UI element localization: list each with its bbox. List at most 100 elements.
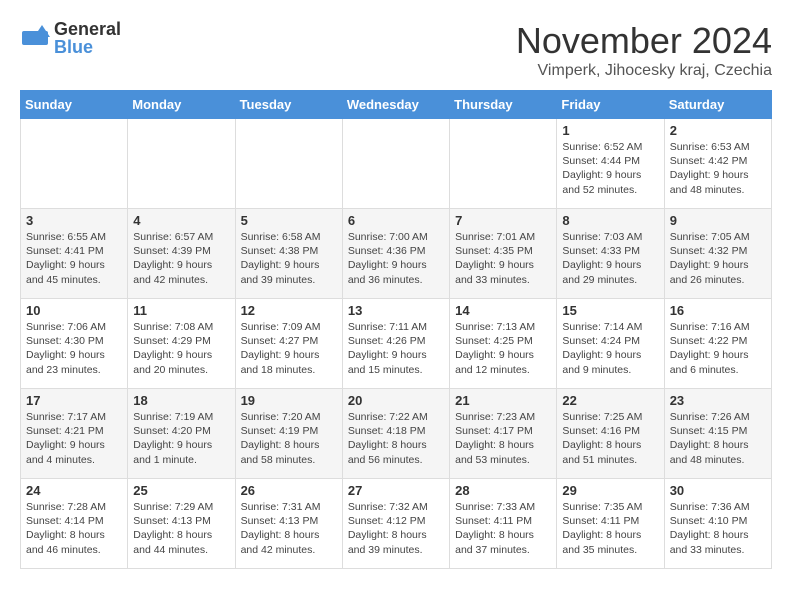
day-info: Sunrise: 7:22 AM Sunset: 4:18 PM Dayligh… [348,410,444,467]
day-cell: 2 Sunrise: 6:53 AM Sunset: 4:42 PM Daylig… [664,119,771,209]
day-info: Sunrise: 6:53 AM Sunset: 4:42 PM Dayligh… [670,140,766,197]
day-number: 14 [455,303,551,318]
week-row-2: 10Sunrise: 7:06 AM Sunset: 4:30 PM Dayli… [21,299,772,389]
day-info: Sunrise: 7:05 AM Sunset: 4:32 PM Dayligh… [670,230,766,287]
day-number: 5 [241,213,337,228]
logo-general: General [54,20,121,38]
day-number: 21 [455,393,551,408]
day-cell: 27 Sunrise: 7:32 AM Sunset: 4:12 PM Dayli… [342,479,449,569]
day-info: Sunrise: 7:14 AM Sunset: 4:24 PM Dayligh… [562,320,658,377]
day-cell: 20 Sunrise: 7:22 AM Sunset: 4:18 PM Dayli… [342,389,449,479]
day-cell: 18 Sunrise: 7:19 AM Sunset: 4:20 PM Dayli… [128,389,235,479]
day-number: 2 [670,123,766,138]
day-info: Sunrise: 7:08 AM Sunset: 4:29 PM Dayligh… [133,320,229,377]
day-number: 16 [670,303,766,318]
day-info: Sunrise: 7:35 AM Sunset: 4:11 PM Dayligh… [562,500,658,557]
day-number: 18 [133,393,229,408]
day-number: 13 [348,303,444,318]
page-header: General Blue November 2024 Vimperk, Jiho… [20,20,772,80]
day-info: Sunrise: 6:55 AM Sunset: 4:41 PM Dayligh… [26,230,122,287]
day-number: 24 [26,483,122,498]
day-info: Sunrise: 7:00 AM Sunset: 4:36 PM Dayligh… [348,230,444,287]
day-number: 17 [26,393,122,408]
day-info: Sunrise: 7:36 AM Sunset: 4:10 PM Dayligh… [670,500,766,557]
day-number: 3 [26,213,122,228]
day-cell: 14 Sunrise: 7:13 AM Sunset: 4:25 PM Dayli… [450,299,557,389]
day-cell: 30 Sunrise: 7:36 AM Sunset: 4:10 PM Dayli… [664,479,771,569]
day-number: 7 [455,213,551,228]
day-number: 30 [670,483,766,498]
day-number: 20 [348,393,444,408]
day-header-saturday: Saturday [664,91,771,119]
day-number: 9 [670,213,766,228]
day-cell [342,119,449,209]
day-info: Sunrise: 7:19 AM Sunset: 4:20 PM Dayligh… [133,410,229,467]
day-cell: 10Sunrise: 7:06 AM Sunset: 4:30 PM Dayli… [21,299,128,389]
header-row: SundayMondayTuesdayWednesdayThursdayFrid… [21,91,772,119]
location: Vimperk, Jihocesky kraj, Czechia [516,62,772,80]
day-number: 10 [26,303,122,318]
day-number: 19 [241,393,337,408]
day-number: 12 [241,303,337,318]
logo-icon [20,23,50,53]
day-cell: 17 Sunrise: 7:17 AM Sunset: 4:21 PM Dayli… [21,389,128,479]
calendar: SundayMondayTuesdayWednesdayThursdayFrid… [20,90,772,569]
day-info: Sunrise: 6:57 AM Sunset: 4:39 PM Dayligh… [133,230,229,287]
day-cell: 4 Sunrise: 6:57 AM Sunset: 4:39 PM Daylig… [128,209,235,299]
day-number: 26 [241,483,337,498]
day-cell: 12 Sunrise: 7:09 AM Sunset: 4:27 PM Dayli… [235,299,342,389]
day-header-wednesday: Wednesday [342,91,449,119]
day-cell: 6 Sunrise: 7:00 AM Sunset: 4:36 PM Daylig… [342,209,449,299]
logo-text: General Blue [54,20,121,56]
calendar-body: 1Sunrise: 6:52 AM Sunset: 4:44 PM Daylig… [21,119,772,569]
day-header-monday: Monday [128,91,235,119]
day-info: Sunrise: 7:28 AM Sunset: 4:14 PM Dayligh… [26,500,122,557]
logo-blue: Blue [54,38,121,56]
day-info: Sunrise: 7:13 AM Sunset: 4:25 PM Dayligh… [455,320,551,377]
day-cell: 21Sunrise: 7:23 AM Sunset: 4:17 PM Dayli… [450,389,557,479]
day-header-friday: Friday [557,91,664,119]
day-number: 23 [670,393,766,408]
day-info: Sunrise: 7:03 AM Sunset: 4:33 PM Dayligh… [562,230,658,287]
day-cell: 1Sunrise: 6:52 AM Sunset: 4:44 PM Daylig… [557,119,664,209]
day-cell: 3 Sunrise: 6:55 AM Sunset: 4:41 PM Daylig… [21,209,128,299]
day-cell: 7 Sunrise: 7:01 AM Sunset: 4:35 PM Daylig… [450,209,557,299]
day-number: 28 [455,483,551,498]
day-cell: 8 Sunrise: 7:03 AM Sunset: 4:33 PM Daylig… [557,209,664,299]
week-row-4: 24 Sunrise: 7:28 AM Sunset: 4:14 PM Dayli… [21,479,772,569]
day-cell [450,119,557,209]
day-cell: 11 Sunrise: 7:08 AM Sunset: 4:29 PM Dayli… [128,299,235,389]
month-title: November 2024 [516,20,772,62]
day-cell: 19 Sunrise: 7:20 AM Sunset: 4:19 PM Dayli… [235,389,342,479]
day-cell: 5 Sunrise: 6:58 AM Sunset: 4:38 PM Daylig… [235,209,342,299]
day-number: 27 [348,483,444,498]
day-number: 29 [562,483,658,498]
day-info: Sunrise: 7:31 AM Sunset: 4:13 PM Dayligh… [241,500,337,557]
day-info: Sunrise: 7:20 AM Sunset: 4:19 PM Dayligh… [241,410,337,467]
day-cell [235,119,342,209]
day-number: 4 [133,213,229,228]
day-info: Sunrise: 7:01 AM Sunset: 4:35 PM Dayligh… [455,230,551,287]
day-number: 6 [348,213,444,228]
title-area: November 2024 Vimperk, Jihocesky kraj, C… [516,20,772,80]
day-info: Sunrise: 7:29 AM Sunset: 4:13 PM Dayligh… [133,500,229,557]
day-cell: 24 Sunrise: 7:28 AM Sunset: 4:14 PM Dayli… [21,479,128,569]
day-header-sunday: Sunday [21,91,128,119]
day-info: Sunrise: 7:09 AM Sunset: 4:27 PM Dayligh… [241,320,337,377]
day-cell: 9 Sunrise: 7:05 AM Sunset: 4:32 PM Daylig… [664,209,771,299]
day-info: Sunrise: 7:17 AM Sunset: 4:21 PM Dayligh… [26,410,122,467]
day-cell: 15Sunrise: 7:14 AM Sunset: 4:24 PM Dayli… [557,299,664,389]
day-info: Sunrise: 6:58 AM Sunset: 4:38 PM Dayligh… [241,230,337,287]
day-cell: 23Sunrise: 7:26 AM Sunset: 4:15 PM Dayli… [664,389,771,479]
day-info: Sunrise: 7:32 AM Sunset: 4:12 PM Dayligh… [348,500,444,557]
day-info: Sunrise: 7:25 AM Sunset: 4:16 PM Dayligh… [562,410,658,467]
calendar-header: SundayMondayTuesdayWednesdayThursdayFrid… [21,91,772,119]
day-cell: 16 Sunrise: 7:16 AM Sunset: 4:22 PM Dayli… [664,299,771,389]
day-number: 1 [562,123,658,138]
day-info: Sunrise: 7:16 AM Sunset: 4:22 PM Dayligh… [670,320,766,377]
day-cell: 29 Sunrise: 7:35 AM Sunset: 4:11 PM Dayli… [557,479,664,569]
day-number: 11 [133,303,229,318]
logo: General Blue [20,20,121,56]
day-number: 8 [562,213,658,228]
day-header-thursday: Thursday [450,91,557,119]
